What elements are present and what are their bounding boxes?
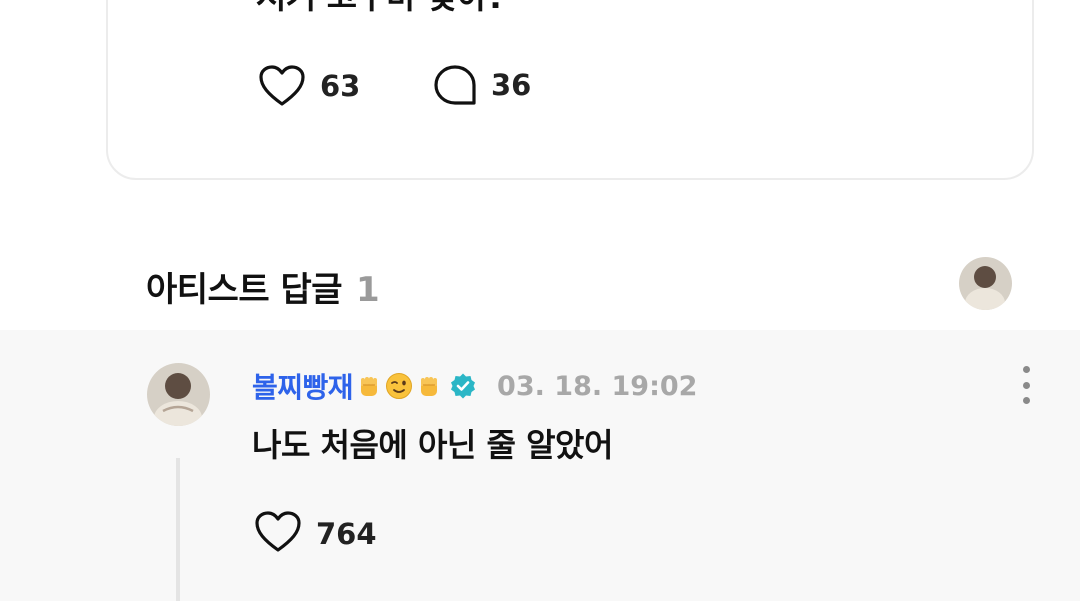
more-vertical-icon (1022, 366, 1030, 373)
reply-like-button[interactable]: 764 (254, 510, 377, 558)
reply-timestamp: 03. 18. 19:02 (497, 370, 698, 402)
more-options-button[interactable] (1014, 366, 1038, 404)
post-comment-button[interactable]: 36 (433, 64, 531, 106)
raised-fist-icon (361, 377, 378, 396)
artist-avatar[interactable] (959, 257, 1012, 310)
speech-bubble-icon (433, 64, 477, 106)
raised-fist-icon (421, 377, 438, 396)
verified-badge-icon (449, 372, 477, 400)
heart-icon (258, 64, 306, 108)
reply-text: 나도 처음에 아닌 줄 알았어 (252, 426, 613, 464)
post-card[interactable]: 저거 고구마 맞아? 63 36 (106, 0, 1034, 180)
thread-line (176, 458, 180, 601)
post-like-count: 63 (320, 69, 361, 103)
reply-meta: 볼찌빵재 03. 18. 19:02 (252, 366, 697, 406)
artist-reply-screen: 저거 고구마 맞아? 63 36 아티스트 답글 1 (0, 0, 1080, 601)
post-comment-count: 36 (491, 68, 532, 102)
artist-reply-title: 아티스트 답글 (146, 270, 343, 310)
artist-reply-header: 아티스트 답글 1 (146, 262, 380, 311)
post-text: 저거 고구마 맞아? (256, 0, 506, 18)
artist-reply-count: 1 (356, 270, 380, 310)
winking-face-icon (386, 373, 413, 399)
reply-author-name[interactable]: 볼찌빵재 (252, 366, 354, 406)
artist-reply: 볼찌빵재 03. 18. 19:02 나도 처음에 아닌 줄 알았어 764 (0, 330, 1080, 601)
reply-like-count: 764 (316, 517, 377, 551)
heart-icon (254, 510, 302, 558)
post-like-button[interactable]: 63 (258, 64, 360, 108)
reply-author-avatar[interactable] (147, 363, 210, 426)
